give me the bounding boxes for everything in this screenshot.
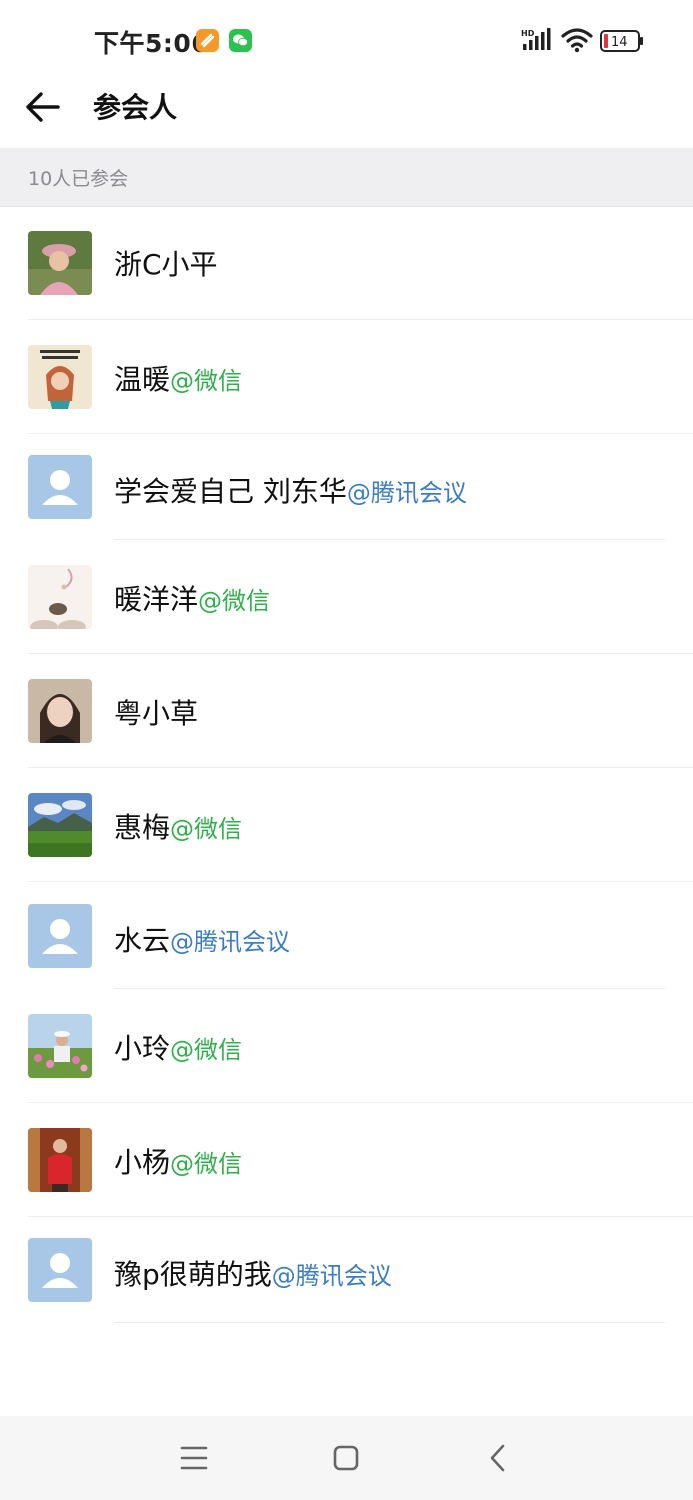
avatar	[28, 1238, 92, 1302]
page-title: 参会人	[93, 91, 178, 124]
row-divider	[114, 1322, 665, 1323]
orange-app-icon	[196, 29, 219, 52]
battery-level: 14	[611, 35, 628, 50]
avatar	[28, 904, 92, 968]
participant-row[interactable]: 暖洋洋@微信	[0, 540, 693, 654]
participant-name: 浙C小平	[114, 248, 218, 281]
participant-name: 惠梅	[114, 811, 171, 844]
participant-name: 小玲	[114, 1032, 171, 1065]
avatar	[28, 1128, 92, 1192]
home-icon[interactable]	[324, 1436, 368, 1480]
participant-suffix: @微信	[170, 367, 243, 395]
status-bar: 下午5:06 HD 14	[0, 0, 693, 80]
participant-name-line: 水云@腾讯会议	[114, 919, 290, 959]
arrow-left-icon[interactable]	[24, 90, 62, 124]
default-avatar-icon	[42, 1253, 78, 1288]
wechat-icon	[229, 29, 252, 52]
participant-suffix: @微信	[170, 1150, 243, 1178]
signal-hd-label: HD	[521, 29, 535, 38]
participant-row[interactable]: 学会爱自己 刘东华@腾讯会议	[0, 434, 693, 548]
participant-row[interactable]: 小玲@微信	[0, 989, 693, 1103]
participant-name-line: 暖洋洋@微信	[114, 578, 270, 618]
participant-name-line: 豫p很萌的我@腾讯会议	[114, 1253, 392, 1293]
participant-name-line: 学会爱自己 刘东华@腾讯会议	[114, 470, 467, 510]
participant-row[interactable]: 温暖@微信	[0, 320, 693, 434]
status-time: 下午5:06	[94, 29, 210, 58]
participant-row[interactable]: 水云@腾讯会议	[0, 882, 693, 996]
participant-row[interactable]: 浙C小平	[0, 207, 693, 321]
participant-suffix: @腾讯会议	[271, 1262, 392, 1290]
participant-name-line: 粤小草	[114, 692, 198, 732]
battery-icon: 14	[600, 30, 643, 52]
wifi-icon	[561, 28, 593, 53]
participant-row[interactable]: 豫p很萌的我@腾讯会议	[0, 1217, 693, 1331]
participant-name: 豫p很萌的我	[114, 1258, 272, 1291]
participant-name-line: 惠梅@微信	[114, 806, 242, 846]
default-avatar-icon	[42, 919, 78, 954]
participant-name: 粤小草	[114, 697, 199, 730]
participant-suffix: @腾讯会议	[170, 928, 291, 956]
participant-name-line: 浙C小平	[114, 243, 218, 283]
participant-row[interactable]: 粤小草	[0, 654, 693, 768]
avatar	[28, 345, 92, 409]
avatar	[28, 455, 92, 519]
participant-suffix: @微信	[170, 1036, 243, 1064]
participant-name: 温暖	[114, 363, 171, 396]
menu-icon[interactable]	[172, 1436, 216, 1480]
participant-suffix: @腾讯会议	[346, 479, 467, 507]
participant-name: 小杨	[114, 1146, 171, 1179]
default-avatar-icon	[42, 470, 78, 505]
participant-suffix: @微信	[198, 587, 271, 615]
avatar	[28, 679, 92, 743]
participant-count: 10人已参会	[28, 168, 129, 190]
participant-name: 暖洋洋	[114, 583, 199, 616]
system-nav-bar	[0, 1416, 693, 1500]
avatar	[28, 231, 92, 295]
signal-icon: HD	[521, 28, 551, 50]
avatar	[28, 793, 92, 857]
section-header: 10人已参会	[0, 148, 693, 207]
participant-name-line: 温暖@微信	[114, 358, 242, 398]
participant-suffix: @微信	[170, 815, 243, 843]
avatar	[28, 1014, 92, 1078]
participant-row[interactable]: 惠梅@微信	[0, 768, 693, 882]
header: 参会人	[0, 80, 693, 148]
back-nav-icon[interactable]	[476, 1436, 520, 1480]
participant-name-line: 小玲@微信	[114, 1027, 242, 1067]
avatar	[28, 565, 92, 629]
participant-name-line: 小杨@微信	[114, 1141, 242, 1181]
participant-row[interactable]: 小杨@微信	[0, 1103, 693, 1217]
participant-name: 水云	[114, 924, 171, 957]
participant-name: 学会爱自己 刘东华	[114, 475, 347, 508]
